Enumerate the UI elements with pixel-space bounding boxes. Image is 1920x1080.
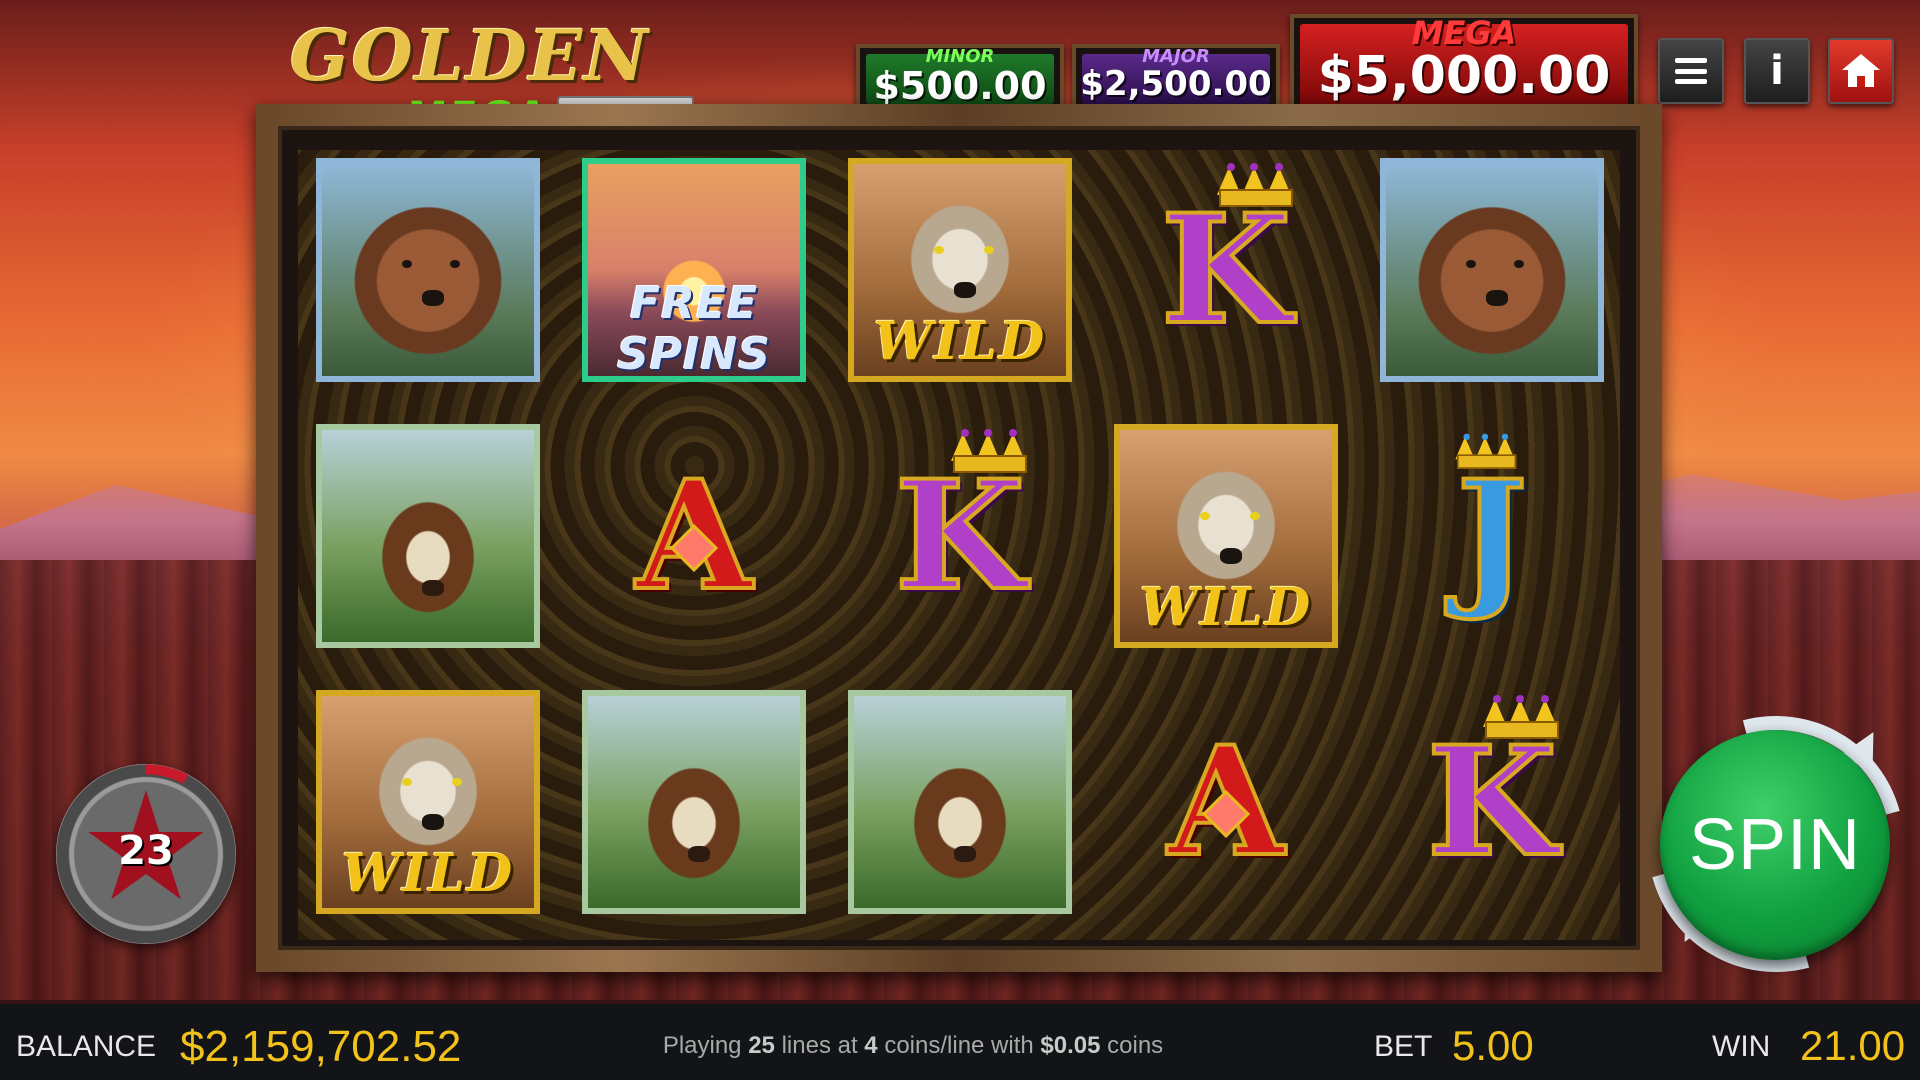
reel-cell-r1c5 [1374,152,1610,388]
free-spins-symbol: FREE SPINS [582,158,806,382]
reel-cell-r2c3: K [842,418,1078,654]
k-symbol: K [1425,695,1559,879]
reel-cell-r3c2 [576,684,812,920]
crown-icon [1483,695,1559,739]
counter-value: 23 [118,828,174,874]
crown-icon [1455,433,1517,469]
wolf-wild-symbol: WILD [1114,424,1338,648]
bear-symbol [1380,158,1604,382]
coins-count: 4 [864,1032,878,1059]
jackpot-mega: MEGA $5,000.00 [1290,14,1638,116]
free-spins-label: FREE SPINS [617,278,771,380]
home-button[interactable] [1828,38,1894,104]
j-symbol: J [1455,433,1529,613]
wolf-wild-symbol: WILD [316,690,540,914]
reel-cell-r2c5: J [1374,418,1610,654]
crown-icon [951,429,1027,473]
coin-value: $0.05 [1040,1032,1101,1059]
a-symbol: A [634,459,754,613]
bet-info-text: Playing 25 lines at 4 coins/line with $0… [0,1032,1826,1060]
k-symbol: K [893,429,1027,613]
jackpot-minor-value: $500.00 [873,64,1047,108]
wolf-wild-symbol: WILD [848,158,1072,382]
lines-mid: lines at [781,1032,858,1059]
crown-icon [1217,163,1293,207]
bet-label[interactable]: BET [1374,1030,1432,1064]
reel-cell-r1c1 [310,152,546,388]
horse-symbol [316,424,540,648]
diamond-icon [1201,789,1251,839]
spin-label: SPIN [1688,805,1862,885]
spin-counter-badge[interactable]: 23 [56,764,236,944]
bet-value[interactable]: 5.00 [1452,1022,1534,1070]
playing-prefix: Playing [662,1032,742,1059]
wild-label: WILD [873,311,1047,372]
bear-symbol [316,158,540,382]
a-symbol: A [1166,725,1286,879]
reel-cell-r2c1 [310,418,546,654]
info-button[interactable]: i [1744,38,1810,104]
lines-count: 25 [748,1032,775,1059]
reel-cell-r2c2: A [576,418,812,654]
reel-cell-r3c1: WILD [310,684,546,920]
wild-label: WILD [1139,577,1313,638]
reel-cell-r1c3: WILD [842,152,1078,388]
reel-cell-r3c5: K [1374,684,1610,920]
reel-cell-r2c4: WILD [1108,418,1344,654]
k-symbol: K [1159,163,1293,347]
wild-label: WILD [341,843,515,904]
home-icon [1842,54,1880,88]
win-label: WIN [1712,1030,1771,1063]
horse-symbol [848,690,1072,914]
diamond-icon [669,523,719,573]
coins-suffix: coins [1107,1032,1164,1059]
reel-cell-r3c4: A [1108,684,1344,920]
menu-button[interactable] [1658,38,1724,104]
jackpot-major-value: $2,500.00 [1080,64,1272,104]
coins-mid: coins/line with [884,1032,1034,1059]
horse-symbol [582,690,806,914]
info-icon: i [1770,48,1784,94]
jackpot-mega-value: $5,000.00 [1317,46,1611,106]
reel-cell-r3c3 [842,684,1078,920]
reel-cell-r1c2: FREE SPINS [576,152,812,388]
reel-cell-r1c4: K [1108,152,1344,388]
menu-icon [1675,58,1707,84]
spin-button[interactable]: SPIN [1660,730,1890,960]
win-value: 21.00 [1800,1022,1906,1069]
